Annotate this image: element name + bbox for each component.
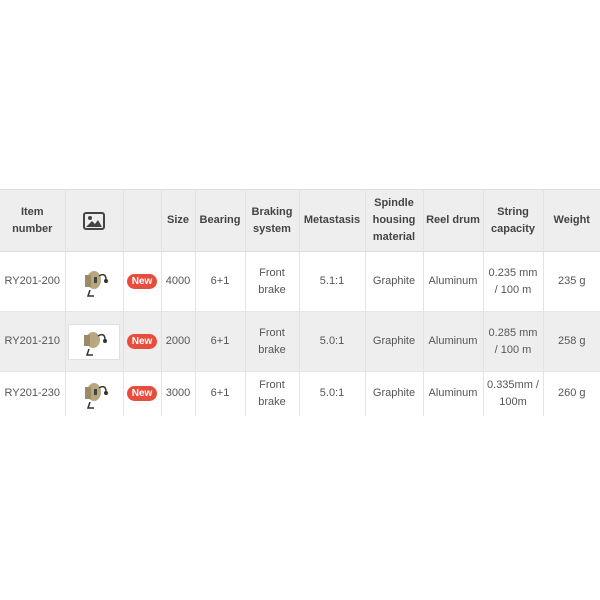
new-badge: New xyxy=(126,386,158,402)
spec-table-container: Item number Size Bearing Braking system … xyxy=(0,189,600,416)
new-badge-cell: New xyxy=(123,311,162,372)
header-reel-drum: Reel drum xyxy=(423,189,484,252)
bearing-cell: 6+1 xyxy=(195,251,246,312)
new-badge: New xyxy=(126,274,158,289)
item-number-cell: RY201-230 xyxy=(0,371,66,416)
table-row[interactable]: RY201-200 New 4000 6+1 Front brake 5.1:1 xyxy=(0,251,600,312)
header-string-capacity: String capacity xyxy=(483,189,544,252)
header-size: Size xyxy=(161,189,196,252)
item-number-cell: RY201-200 xyxy=(0,251,66,312)
spindle-housing-cell: Graphite xyxy=(365,251,424,312)
header-badge xyxy=(123,189,162,252)
reel-drum-cell: Aluminum xyxy=(423,311,484,372)
reel-drum-cell: Aluminum xyxy=(423,251,484,312)
string-capacity-cell: 0.335mm / 100m xyxy=(483,371,544,416)
product-image-cell[interactable] xyxy=(65,311,124,372)
metastasis-cell: 5.0:1 xyxy=(299,371,366,416)
spindle-housing-cell: Graphite xyxy=(365,371,424,416)
product-image-cell[interactable] xyxy=(65,371,124,416)
product-image-cell[interactable] xyxy=(65,251,124,312)
metastasis-cell: 5.1:1 xyxy=(299,251,366,312)
header-weight: Weight xyxy=(543,189,600,252)
weight-cell: 258 g xyxy=(557,335,586,347)
size-cell: 2000 xyxy=(161,311,196,372)
string-capacity-cell: 0.235 mm / 100 m xyxy=(483,251,544,312)
table-header-row: Item number Size Bearing Braking system … xyxy=(0,189,600,252)
spindle-housing-cell: Graphite xyxy=(365,311,424,372)
fishing-reel-image[interactable] xyxy=(72,376,116,412)
fishing-reel-image[interactable] xyxy=(68,323,120,360)
braking-system-cell: Front brake xyxy=(245,371,300,416)
header-image xyxy=(65,189,124,252)
bearing-cell: 6+1 xyxy=(195,311,246,372)
new-badge-cell: New xyxy=(123,251,162,312)
table-row[interactable]: RY201-210 New 2000 6+1 Front brake 5.0:1 xyxy=(0,311,600,372)
reel-drum-cell: Aluminum xyxy=(423,371,484,416)
metastasis-cell: 5.0:1 xyxy=(299,311,366,372)
header-braking-system: Braking system xyxy=(245,189,300,252)
size-cell: 4000 xyxy=(161,251,196,312)
header-bearing: Bearing xyxy=(195,189,246,252)
header-item-number: Item number xyxy=(0,189,66,252)
weight-cell: 235 g xyxy=(557,275,586,287)
image-icon xyxy=(83,211,105,230)
string-capacity-cell: 0.285 mm / 100 m xyxy=(483,311,544,372)
braking-system-cell: Front brake xyxy=(245,311,300,372)
braking-system-cell: Front brake xyxy=(245,251,300,312)
fishing-reel-image[interactable] xyxy=(72,264,116,300)
size-cell: 3000 xyxy=(161,371,196,416)
table-row[interactable]: RY201-230 New 3000 6+1 Front brake 5.0:1 xyxy=(0,371,600,416)
header-metastasis: Metastasis xyxy=(299,189,366,252)
bearing-cell: 6+1 xyxy=(195,371,246,416)
new-badge: New xyxy=(126,334,158,349)
new-badge-cell: New xyxy=(123,371,162,416)
item-number-cell: RY201-210 xyxy=(0,311,66,372)
header-spindle-housing-material: Spindle housing material xyxy=(365,189,424,252)
weight-cell: 260 g xyxy=(557,387,586,400)
spec-table: Item number Size Bearing Braking system … xyxy=(0,189,600,416)
